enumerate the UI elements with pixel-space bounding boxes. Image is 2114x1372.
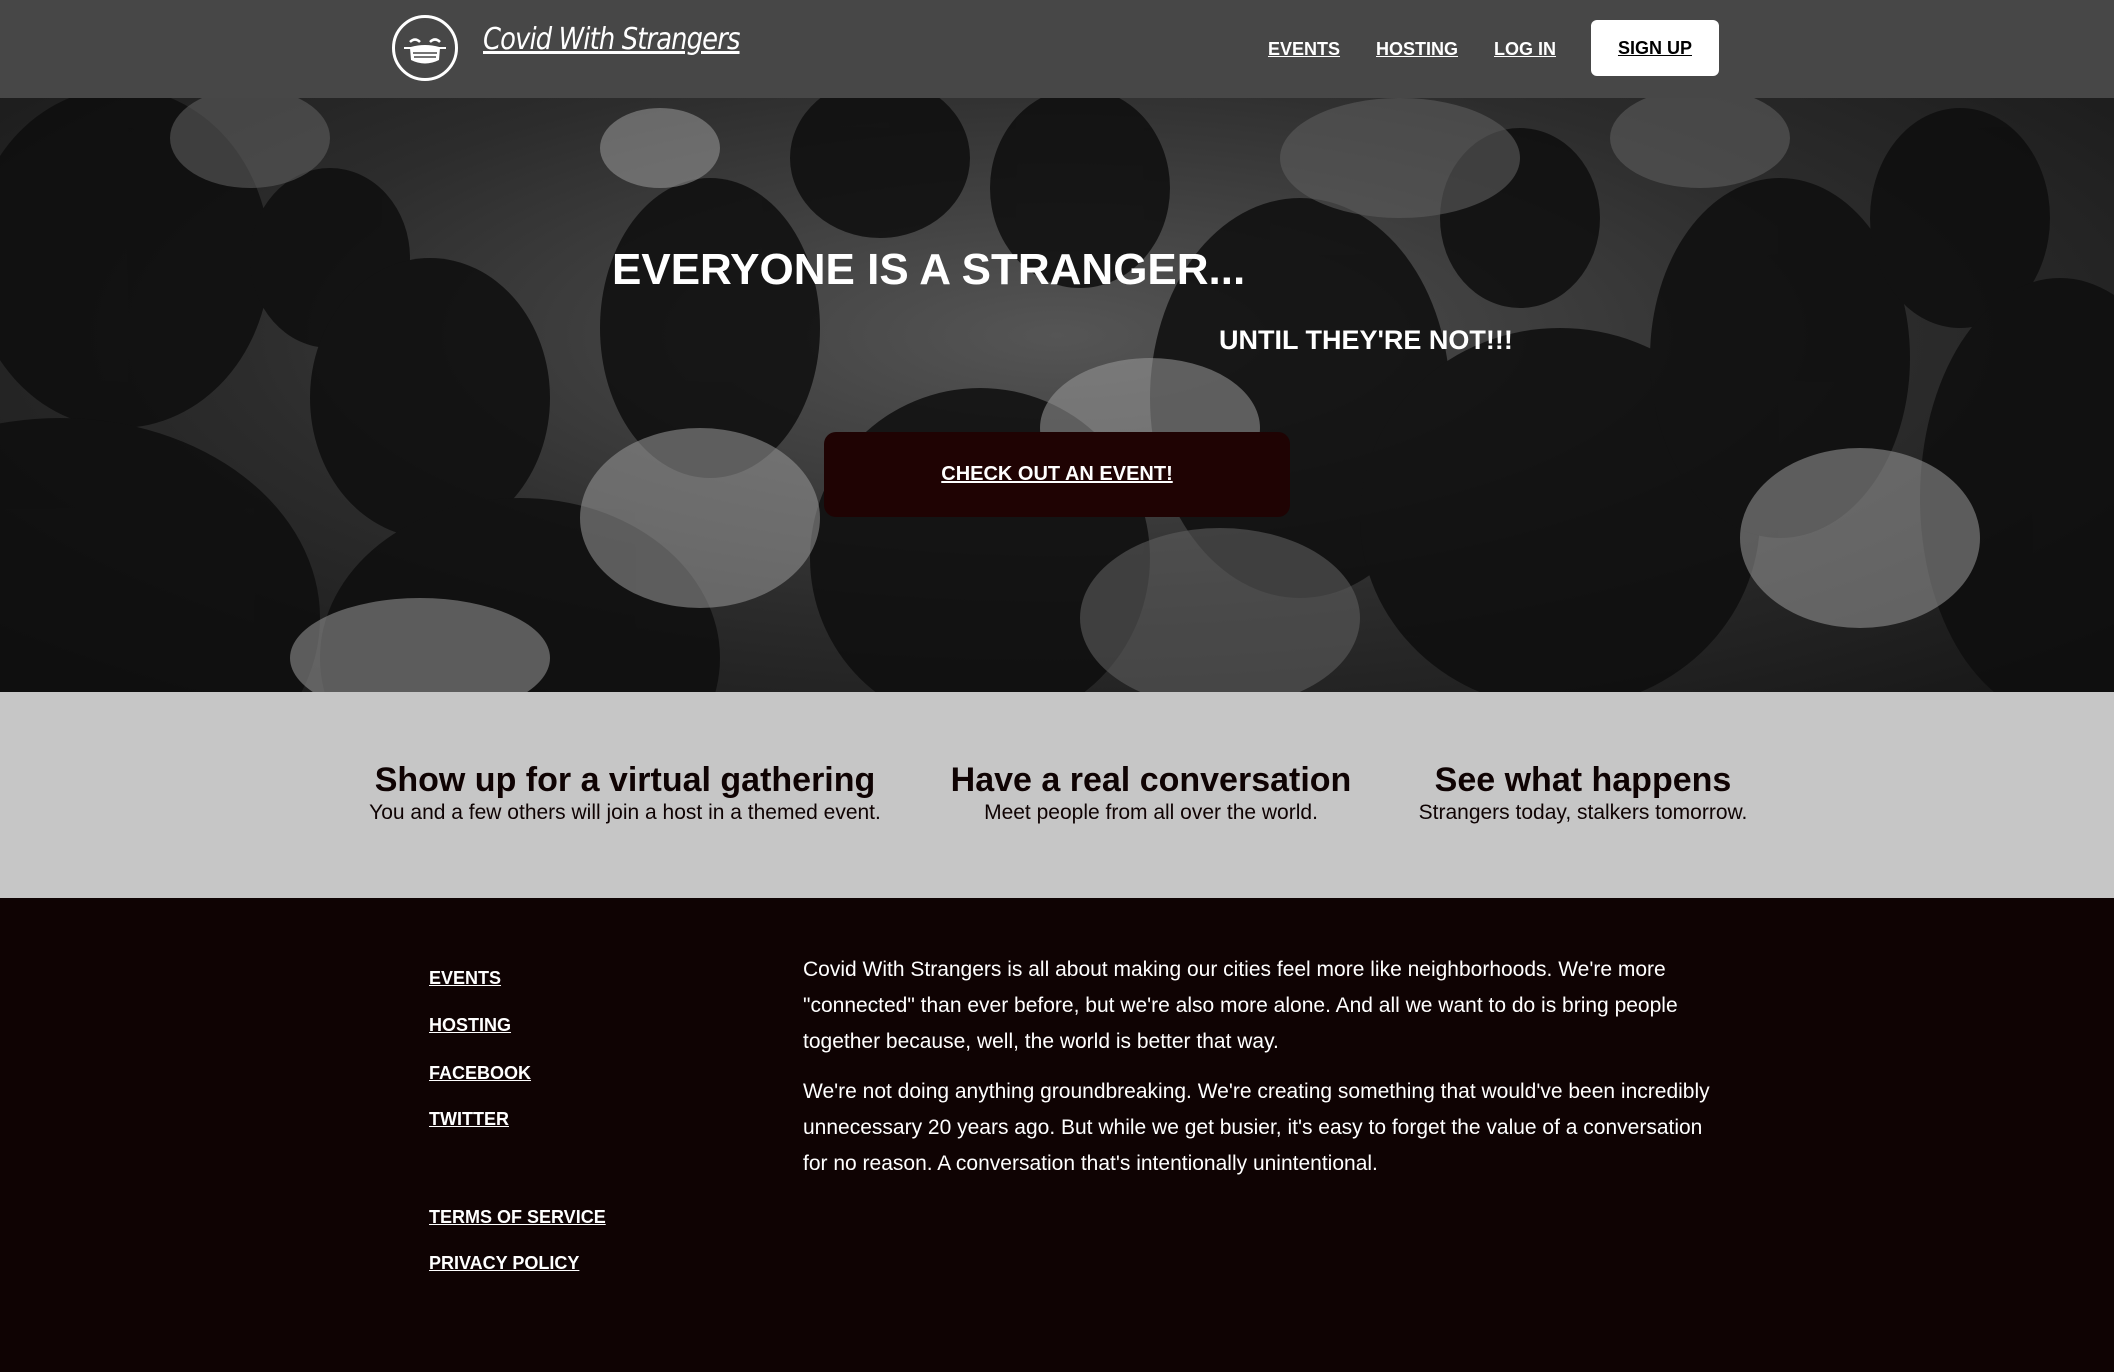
hero-banner: EVERYONE IS A STRANGER... UNTIL THEY'RE … bbox=[0, 98, 2114, 692]
masked-face-icon[interactable] bbox=[392, 15, 458, 81]
crowd-background-image bbox=[0, 98, 2114, 692]
about-paragraph: Covid With Strangers is all about making… bbox=[803, 958, 1678, 1053]
feature-virtual-gathering: Show up for a virtual gathering You and … bbox=[334, 760, 916, 826]
site-footer: EVENTS HOSTING FACEBOOK TWITTER TERMS OF… bbox=[0, 898, 2114, 1372]
footer-link-twitter[interactable]: TWITTER bbox=[429, 1109, 509, 1130]
feature-heading: See what happens bbox=[1434, 761, 1732, 799]
brand-title[interactable]: Covid With Strangers bbox=[483, 22, 740, 57]
footer-link-terms-of-service[interactable]: TERMS OF SERVICE bbox=[429, 1207, 606, 1228]
feature-text: Strangers today, stalkers tomorrow. bbox=[1418, 801, 1748, 824]
nav-link-events[interactable]: EVENTS bbox=[1268, 39, 1340, 60]
about-paragraph: We're not doing anything groundbreaking.… bbox=[803, 1080, 1710, 1175]
feature-heading: Have a real conversation bbox=[950, 761, 1352, 799]
check-out-event-button[interactable]: CHECK OUT AN EVENT! bbox=[824, 432, 1290, 517]
feature-real-conversation: Have a real conversation Meet people fro… bbox=[930, 760, 1372, 826]
nav-link-hosting[interactable]: HOSTING bbox=[1376, 39, 1458, 60]
sign-up-button[interactable]: SIGN UP bbox=[1591, 20, 1719, 76]
hero-title: EVERYONE IS A STRANGER... bbox=[612, 245, 1246, 294]
footer-link-hosting[interactable]: HOSTING bbox=[429, 1015, 511, 1036]
feature-heading: Show up for a virtual gathering bbox=[374, 761, 876, 799]
nav-link-login[interactable]: LOG IN bbox=[1494, 39, 1556, 60]
top-navbar: Covid With Strangers EVENTS HOSTING LOG … bbox=[0, 0, 2114, 98]
feature-see-what-happens: See what happens Strangers today, stalke… bbox=[1384, 760, 1782, 826]
hero-subtitle: UNTIL THEY'RE NOT!!! bbox=[1219, 325, 1513, 355]
feature-text: Meet people from all over the world. bbox=[984, 801, 1318, 824]
footer-link-privacy-policy[interactable]: PRIVACY POLICY bbox=[429, 1253, 579, 1274]
footer-link-facebook[interactable]: FACEBOOK bbox=[429, 1063, 531, 1084]
feature-text: You and a few others will join a host in… bbox=[369, 801, 881, 824]
features-section: Show up for a virtual gathering You and … bbox=[0, 692, 2114, 898]
footer-link-events[interactable]: EVENTS bbox=[429, 968, 501, 989]
